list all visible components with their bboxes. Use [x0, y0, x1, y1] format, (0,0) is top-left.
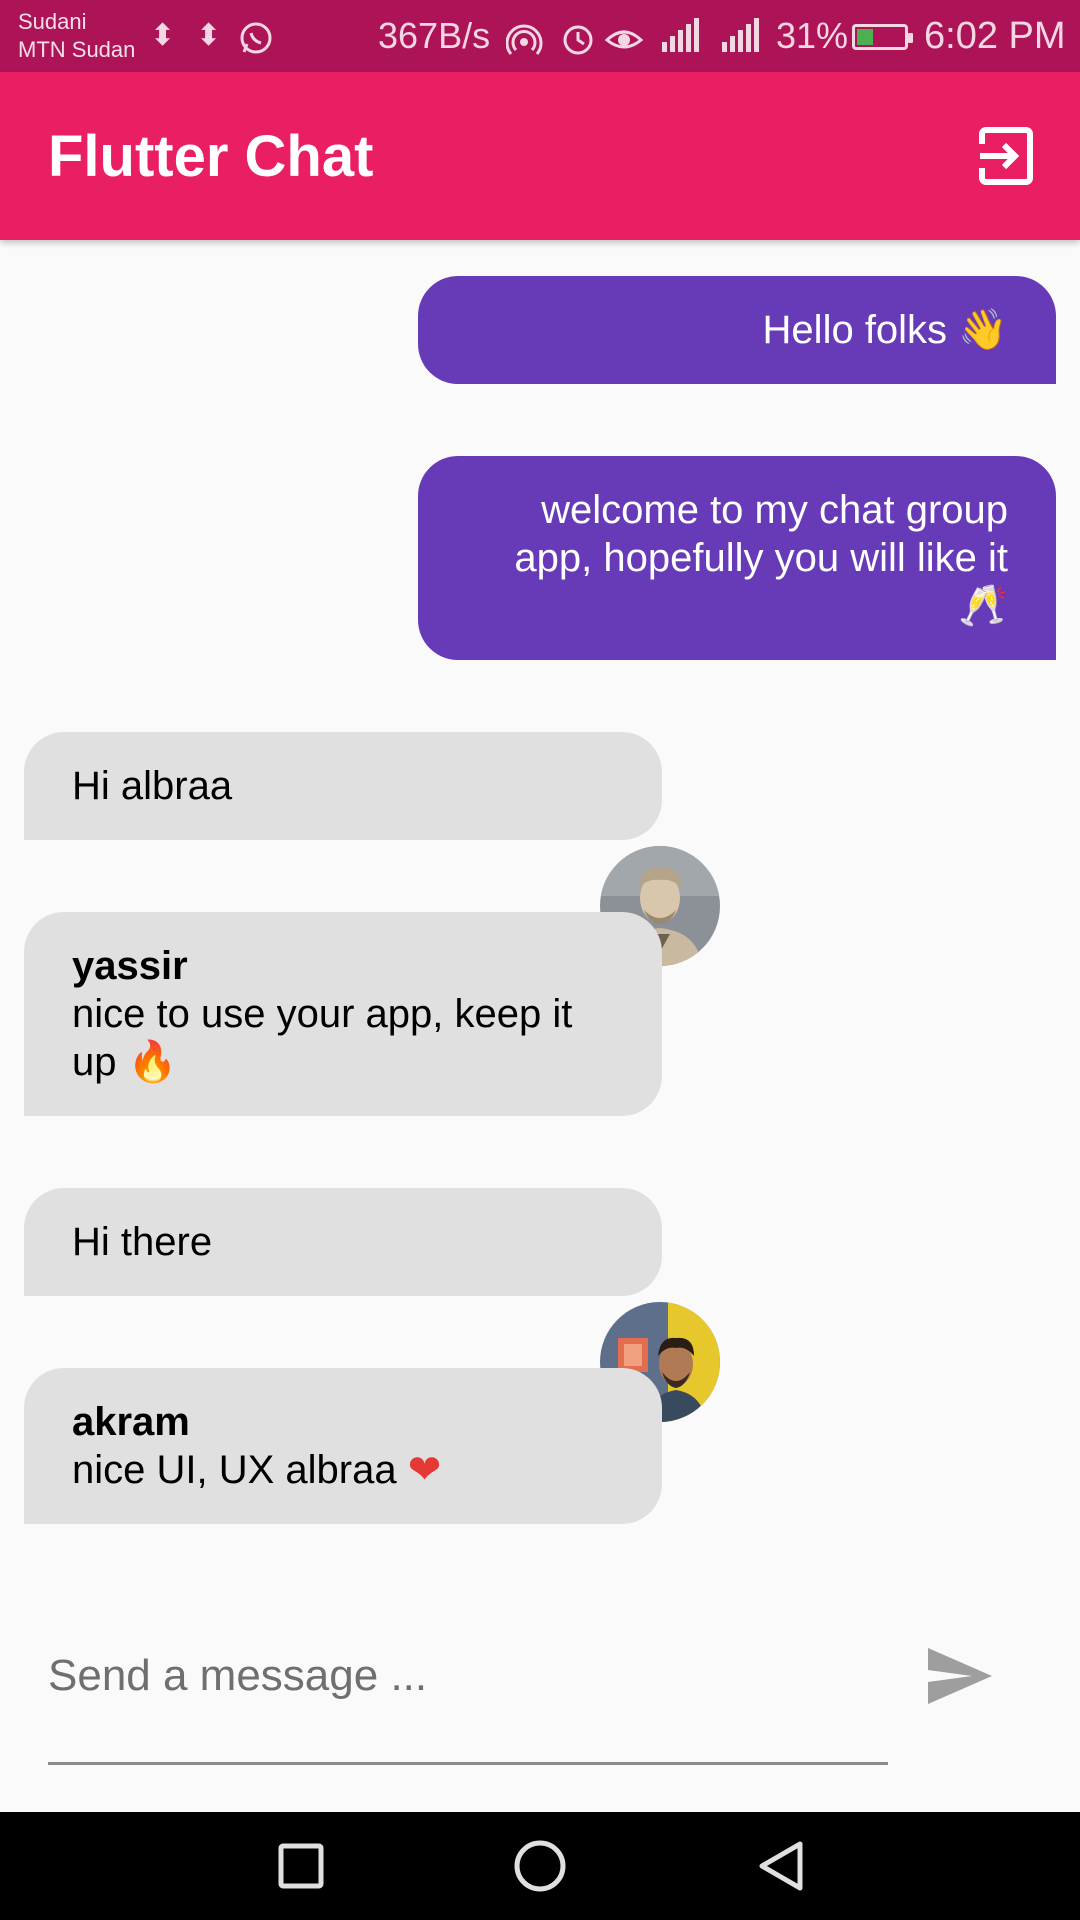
fire-emoji-icon: 🔥	[127, 1039, 178, 1085]
recent-apps-button[interactable]	[246, 1812, 354, 1920]
my-message-bubble: welcome to my chat group app, hopefully …	[418, 456, 1056, 660]
heart-emoji-icon: ❤	[407, 1447, 442, 1493]
eye-comfort-icon	[604, 30, 644, 49]
usb-icon: ⬍	[150, 19, 176, 52]
app-title: Flutter Chat	[48, 124, 374, 189]
navigation-bar	[0, 1812, 1080, 1920]
message-text: Hello folks	[762, 308, 948, 352]
message-text: Hi there	[72, 1220, 213, 1264]
send-button[interactable]	[920, 1640, 1000, 1712]
their-message-bubble: yassir nice to use your app, keep it up …	[24, 912, 662, 1116]
battery-percent: 31%	[776, 15, 849, 56]
wave-emoji-icon: 👋	[958, 307, 1008, 353]
their-message-bubble: Hi albraa	[24, 732, 662, 840]
my-message-bubble: Hello folks 👋	[418, 276, 1056, 384]
logout-icon	[979, 127, 1033, 185]
input-underline	[48, 1762, 888, 1765]
signal-strength-icon	[722, 18, 759, 52]
clock: 6:02 PM	[924, 15, 1066, 57]
battery-icon	[852, 24, 913, 50]
sender-name: yassir	[72, 944, 188, 988]
square-icon	[278, 1843, 324, 1889]
hotspot-icon	[506, 24, 543, 55]
carrier-line-1: Sudani	[18, 9, 87, 34]
their-message-bubble: Hi there	[24, 1188, 662, 1296]
message-text: up	[72, 1040, 117, 1084]
sender-name: akram	[72, 1400, 190, 1444]
status-bar: Sudani MTN Sudan ⬍ ⬍ 367B/s 31% 6:02 PM	[0, 0, 1080, 72]
message-text: welcome to my chat group	[541, 488, 1008, 532]
carrier-line-2: MTN Sudan	[18, 37, 136, 62]
app-bar: Flutter Chat	[0, 72, 1080, 240]
network-speed: 367B/s	[378, 15, 491, 56]
home-button[interactable]	[486, 1812, 594, 1920]
circle-icon	[514, 1840, 566, 1892]
message-text: nice to use your app, keep it	[72, 992, 573, 1036]
logout-button[interactable]	[974, 124, 1038, 188]
whatsapp-icon	[240, 22, 272, 54]
carrier-name: Sudani MTN Sudan	[18, 8, 135, 64]
message-text: Hi albraa	[72, 764, 233, 808]
usb-icon: ⬍	[196, 19, 222, 52]
message-text: nice UI, UX albraa	[72, 1448, 397, 1492]
message-text: app, hopefully you will like it	[514, 536, 1008, 580]
send-icon	[928, 1648, 992, 1704]
their-message-bubble: akram nice UI, UX albraa ❤	[24, 1368, 662, 1524]
signal-strength-icon	[662, 18, 699, 52]
back-button[interactable]	[726, 1812, 834, 1920]
back-triangle-icon	[759, 1841, 803, 1891]
alarm-icon	[563, 25, 593, 55]
clinking-glasses-emoji-icon: 🥂	[958, 583, 1008, 629]
message-input[interactable]	[48, 1640, 888, 1712]
